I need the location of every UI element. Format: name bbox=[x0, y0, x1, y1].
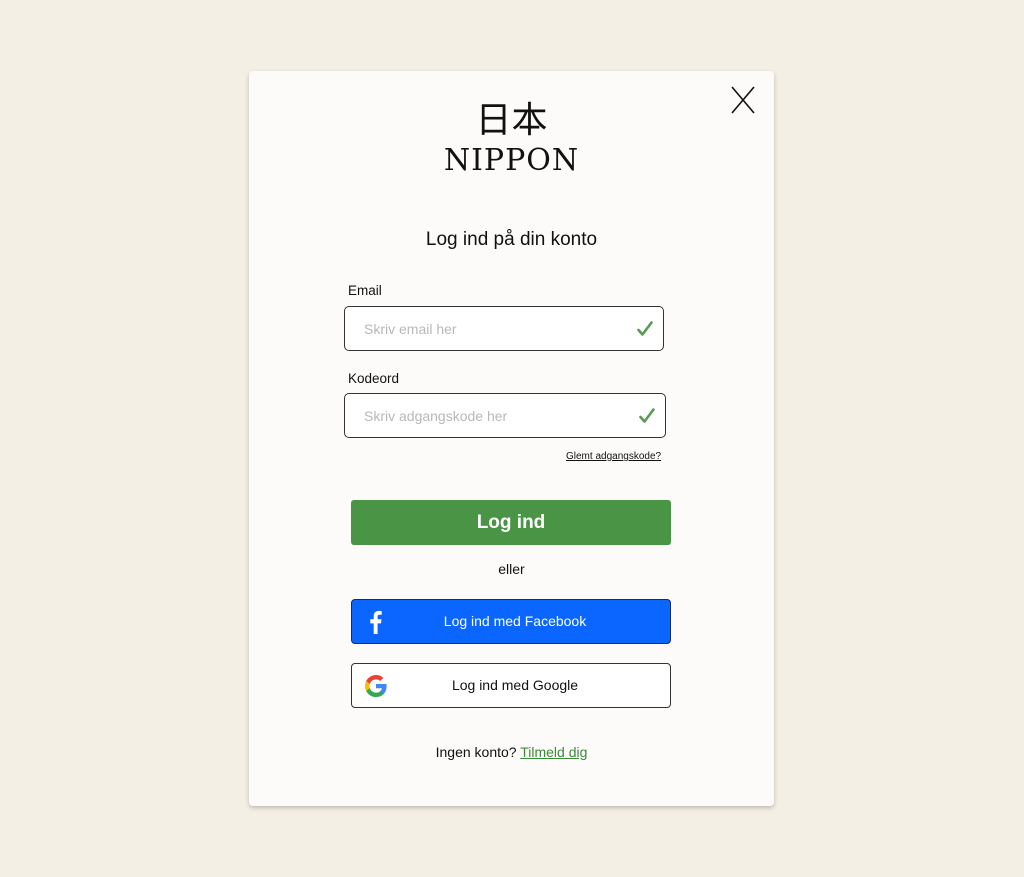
google-login-label: Log ind med Google bbox=[451, 677, 579, 693]
password-field-wrapper bbox=[344, 393, 666, 438]
email-field-wrapper bbox=[344, 306, 664, 351]
check-icon bbox=[637, 321, 653, 336]
signup-prompt-text: Ingen konto? bbox=[435, 744, 517, 760]
login-button[interactable]: Log ind bbox=[351, 500, 671, 545]
password-input[interactable] bbox=[345, 394, 665, 437]
dialog-title: Log ind på din konto bbox=[425, 229, 598, 250]
forgot-password-link[interactable]: Glemt adgangskode? bbox=[566, 451, 661, 462]
check-icon bbox=[639, 408, 655, 423]
email-label: Email bbox=[348, 283, 382, 298]
email-input[interactable] bbox=[345, 307, 663, 350]
google-login-button[interactable]: Log ind med Google bbox=[351, 663, 671, 708]
logo-name: NIPPON bbox=[443, 143, 580, 178]
divider-text: eller bbox=[498, 561, 525, 577]
login-dialog: 日本 NIPPON Log ind på din konto Email Kod… bbox=[249, 71, 774, 806]
facebook-login-button[interactable]: Log ind med Facebook bbox=[351, 599, 671, 644]
logo-kanji: 日本 bbox=[475, 100, 548, 141]
signup-prompt: Ingen konto? Tilmeld dig bbox=[249, 744, 774, 760]
brand-logo: 日本 NIPPON bbox=[249, 101, 774, 179]
facebook-login-label: Log ind med Facebook bbox=[443, 613, 587, 629]
password-label: Kodeord bbox=[348, 371, 400, 386]
signup-link[interactable]: Tilmeld dig bbox=[520, 744, 587, 760]
